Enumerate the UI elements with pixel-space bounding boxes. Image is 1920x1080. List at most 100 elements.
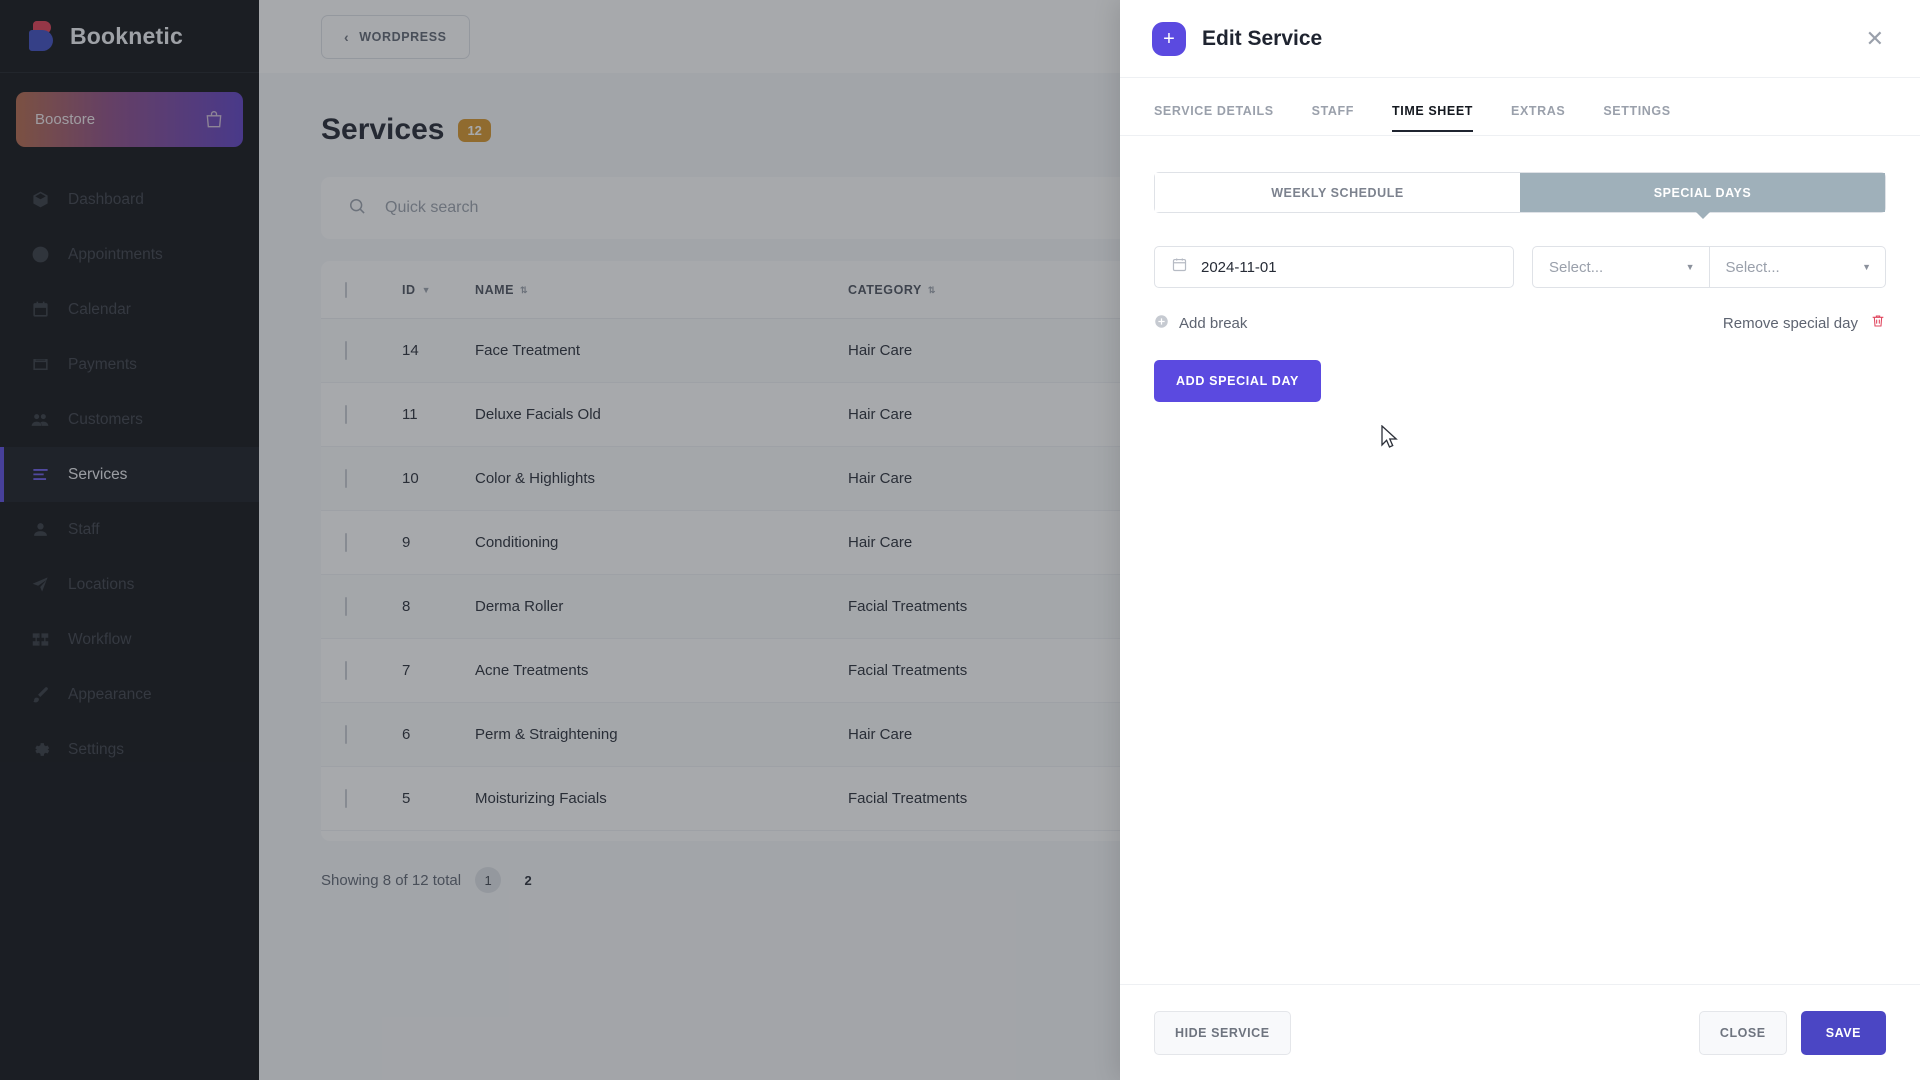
cell-category: Hair Care — [848, 470, 913, 487]
row-checkbox[interactable] — [345, 789, 402, 808]
sidebar-item-payments[interactable]: Payments — [0, 337, 259, 392]
time-from-value: Select... — [1549, 258, 1604, 276]
schedule-mode-toggle: WEEKLY SCHEDULE SPECIAL DAYS — [1154, 172, 1886, 213]
wordpress-back-button[interactable]: ‹ WORDPRESS — [321, 14, 470, 59]
sidebar-item-customers[interactable]: Customers — [0, 392, 259, 447]
search-input[interactable] — [385, 199, 805, 217]
cell-id: 5 — [402, 790, 411, 807]
time-to-select[interactable]: Select... ▼ — [1709, 246, 1886, 288]
store-selector[interactable]: Boostore — [16, 92, 243, 147]
time-range-selects: Select... ▼ Select... ▼ — [1532, 246, 1886, 288]
sidebar: Booknetic Boostore Dashboard Appointment… — [0, 0, 259, 1080]
remove-special-day-button[interactable]: Remove special day — [1723, 313, 1886, 333]
users-icon — [29, 409, 51, 431]
cell-id: 14 — [402, 342, 419, 359]
plus-circle-icon — [1154, 314, 1169, 333]
segment-special-days[interactable]: SPECIAL DAYS — [1520, 173, 1885, 212]
column-header-id[interactable]: ID ▼ — [402, 283, 475, 297]
calendar-icon — [1171, 256, 1188, 278]
brand: Booknetic — [0, 0, 259, 73]
cell-category: Facial Treatments — [848, 662, 968, 679]
select-all-checkbox[interactable] — [345, 281, 402, 298]
special-day-date-value: 2024-11-01 — [1201, 258, 1277, 276]
panel-title: Edit Service — [1202, 26, 1323, 50]
tab-staff[interactable]: STAFF — [1312, 104, 1354, 132]
panel-footer: HIDE SERVICE CLOSE SAVE — [1120, 984, 1920, 1080]
close-button[interactable]: CLOSE — [1698, 1010, 1787, 1055]
tab-extras[interactable]: EXTRAS — [1511, 104, 1565, 132]
sidebar-item-staff[interactable]: Staff — [0, 502, 259, 557]
add-break-button[interactable]: Add break — [1154, 314, 1247, 333]
sidebar-item-appointments[interactable]: Appointments — [0, 227, 259, 282]
sidebar-item-label: Locations — [68, 575, 135, 593]
row-checkbox[interactable] — [345, 469, 402, 488]
booknetic-logo-icon — [29, 21, 56, 51]
cell-name: Perm & Straightening — [475, 726, 618, 743]
brand-name: Booknetic — [70, 22, 183, 49]
sidebar-nav: Dashboard Appointments Calendar Payments — [0, 172, 259, 777]
sidebar-item-label: Workflow — [68, 630, 132, 648]
tab-settings[interactable]: SETTINGS — [1603, 104, 1670, 132]
special-day-row: 2024-11-01 Select... ▼ Select... ▼ — [1154, 246, 1886, 288]
cell-category: Facial Treatments — [848, 790, 968, 807]
workflow-icon — [29, 629, 51, 651]
sidebar-item-locations[interactable]: Locations — [0, 557, 259, 612]
remove-special-day-label: Remove special day — [1722, 314, 1858, 332]
row-checkbox[interactable] — [345, 725, 402, 744]
sidebar-item-settings[interactable]: Settings — [0, 722, 259, 777]
segment-weekly-schedule[interactable]: WEEKLY SCHEDULE — [1155, 173, 1520, 212]
hide-service-button[interactable]: HIDE SERVICE — [1154, 1010, 1291, 1055]
row-checkbox[interactable] — [345, 341, 402, 360]
page-button-1[interactable]: 1 — [475, 867, 502, 893]
mouse-cursor — [1381, 424, 1399, 455]
panel-body: WEEKLY SCHEDULE SPECIAL DAYS 2024-11-01 … — [1120, 136, 1920, 984]
special-day-date-input[interactable]: 2024-11-01 — [1154, 246, 1514, 288]
add-special-day-button[interactable]: ADD SPECIAL DAY — [1154, 360, 1321, 402]
chevron-left-icon: ‹ — [344, 28, 350, 45]
edit-service-panel: + Edit Service ✕ SERVICE DETAILS STAFF T… — [1120, 0, 1920, 1080]
cell-id: 6 — [402, 726, 411, 743]
sidebar-item-calendar[interactable]: Calendar — [0, 282, 259, 337]
tab-service-details[interactable]: SERVICE DETAILS — [1154, 104, 1274, 132]
calendar-icon — [29, 299, 51, 321]
sort-both-icon: ⇅ — [520, 284, 529, 295]
cell-name: Color & Highlights — [475, 470, 596, 487]
sidebar-item-dashboard[interactable]: Dashboard — [0, 172, 259, 227]
add-break-label: Add break — [1179, 314, 1248, 332]
sort-both-icon: ⇅ — [927, 284, 936, 295]
services-count-badge: 12 — [458, 118, 491, 142]
sidebar-item-services[interactable]: Services — [0, 447, 259, 502]
column-header-category[interactable]: CATEGORY ⇅ — [848, 283, 1148, 297]
sidebar-item-workflow[interactable]: Workflow — [0, 612, 259, 667]
sidebar-item-label: Services — [68, 465, 128, 483]
tab-time-sheet[interactable]: TIME SHEET — [1392, 104, 1474, 132]
page-title: Services — [321, 113, 445, 146]
sidebar-item-appearance[interactable]: Appearance — [0, 667, 259, 722]
brush-icon — [29, 684, 51, 706]
row-checkbox[interactable] — [345, 597, 402, 616]
plus-icon: + — [1152, 21, 1186, 56]
cell-category: Hair Care — [848, 726, 913, 743]
page-button-2[interactable]: 2 — [515, 867, 541, 893]
list-icon — [29, 464, 51, 486]
time-from-select[interactable]: Select... ▼ — [1532, 246, 1710, 288]
cell-id: 7 — [402, 662, 411, 679]
shopping-bag-icon — [204, 109, 224, 131]
pagination-summary: Showing 8 of 12 total — [321, 871, 462, 889]
column-header-name[interactable]: NAME ⇅ — [475, 283, 848, 297]
wordpress-back-label: WORDPRESS — [359, 29, 447, 44]
row-checkbox[interactable] — [345, 405, 402, 424]
save-button[interactable]: SAVE — [1800, 1010, 1886, 1055]
sidebar-item-label: Settings — [68, 740, 125, 758]
chevron-down-icon: ▼ — [1862, 262, 1871, 272]
close-icon[interactable]: ✕ — [1866, 27, 1884, 50]
sidebar-item-label: Payments — [68, 355, 137, 373]
cell-name: Acne Treatments — [475, 662, 589, 679]
cell-name: Derma Roller — [475, 598, 564, 615]
row-checkbox[interactable] — [345, 661, 402, 680]
wallet-icon — [29, 354, 51, 376]
row-checkbox[interactable] — [345, 533, 402, 552]
chevron-down-icon: ▼ — [1685, 262, 1695, 272]
send-icon — [29, 574, 51, 596]
cell-id: 8 — [402, 598, 411, 615]
